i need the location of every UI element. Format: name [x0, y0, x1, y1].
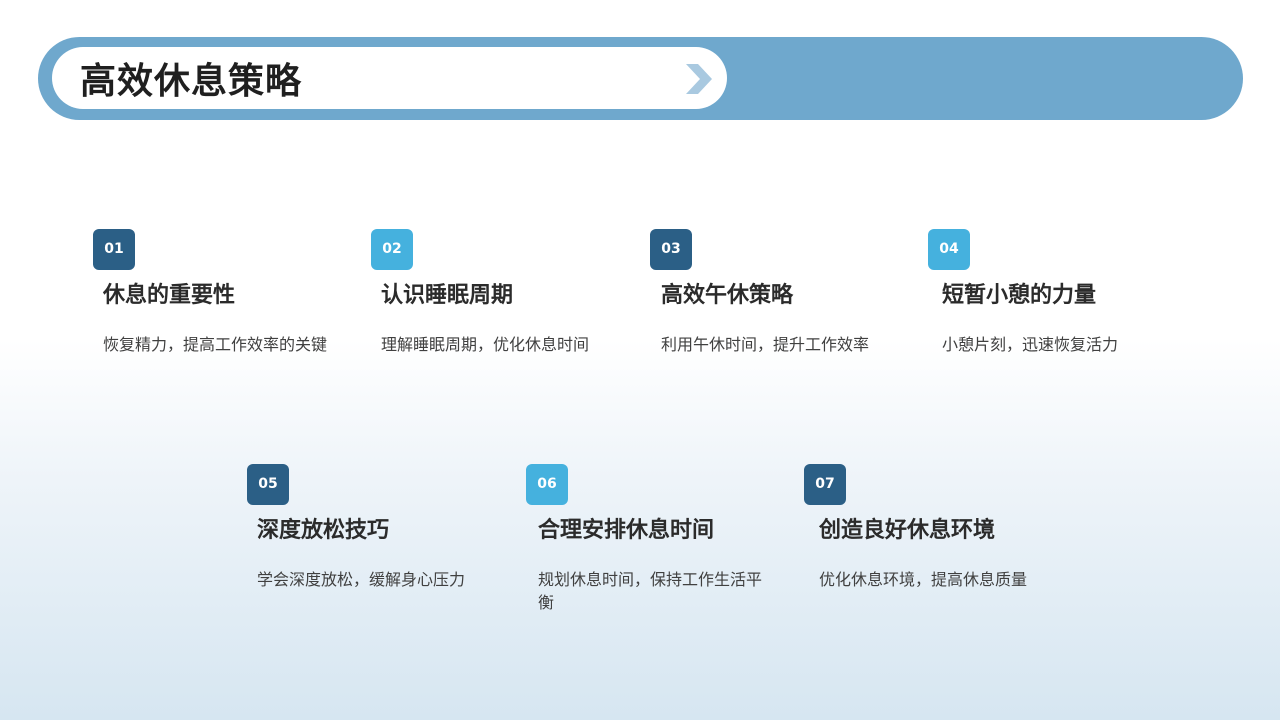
card-description: 优化休息环境，提高休息质量	[819, 570, 1028, 589]
card-description: 恢复精力，提高工作效率的关键	[103, 335, 328, 354]
number-badge: 05	[247, 464, 289, 505]
number-badge: 03	[650, 229, 692, 270]
number-badge: 04	[928, 229, 970, 270]
card-description: 理解睡眠周期，优化休息时间	[381, 335, 590, 354]
card-title: 高效午休策略	[661, 283, 794, 308]
number-badge: 06	[526, 464, 568, 505]
number-badge: 07	[804, 464, 846, 505]
number-badge: 02	[371, 229, 413, 270]
page-title: 高效休息策略	[80, 61, 303, 102]
card-description: 规划休息时间，保持工作生活平衡	[538, 570, 763, 612]
card-title: 创造良好休息环境	[819, 518, 996, 543]
card-title: 深度放松技巧	[257, 518, 390, 543]
card-title: 休息的重要性	[103, 283, 236, 308]
number-badge: 01	[93, 229, 135, 270]
chevron-right-icon	[686, 64, 712, 94]
card-description: 小憩片刻，迅速恢复活力	[942, 335, 1119, 354]
card-title: 认识睡眠周期	[381, 283, 514, 308]
card-title: 合理安排休息时间	[538, 518, 715, 543]
card-description: 学会深度放松，缓解身心压力	[257, 570, 466, 589]
card-description: 利用午休时间，提升工作效率	[661, 335, 870, 354]
card-title: 短暂小憩的力量	[942, 283, 1097, 308]
